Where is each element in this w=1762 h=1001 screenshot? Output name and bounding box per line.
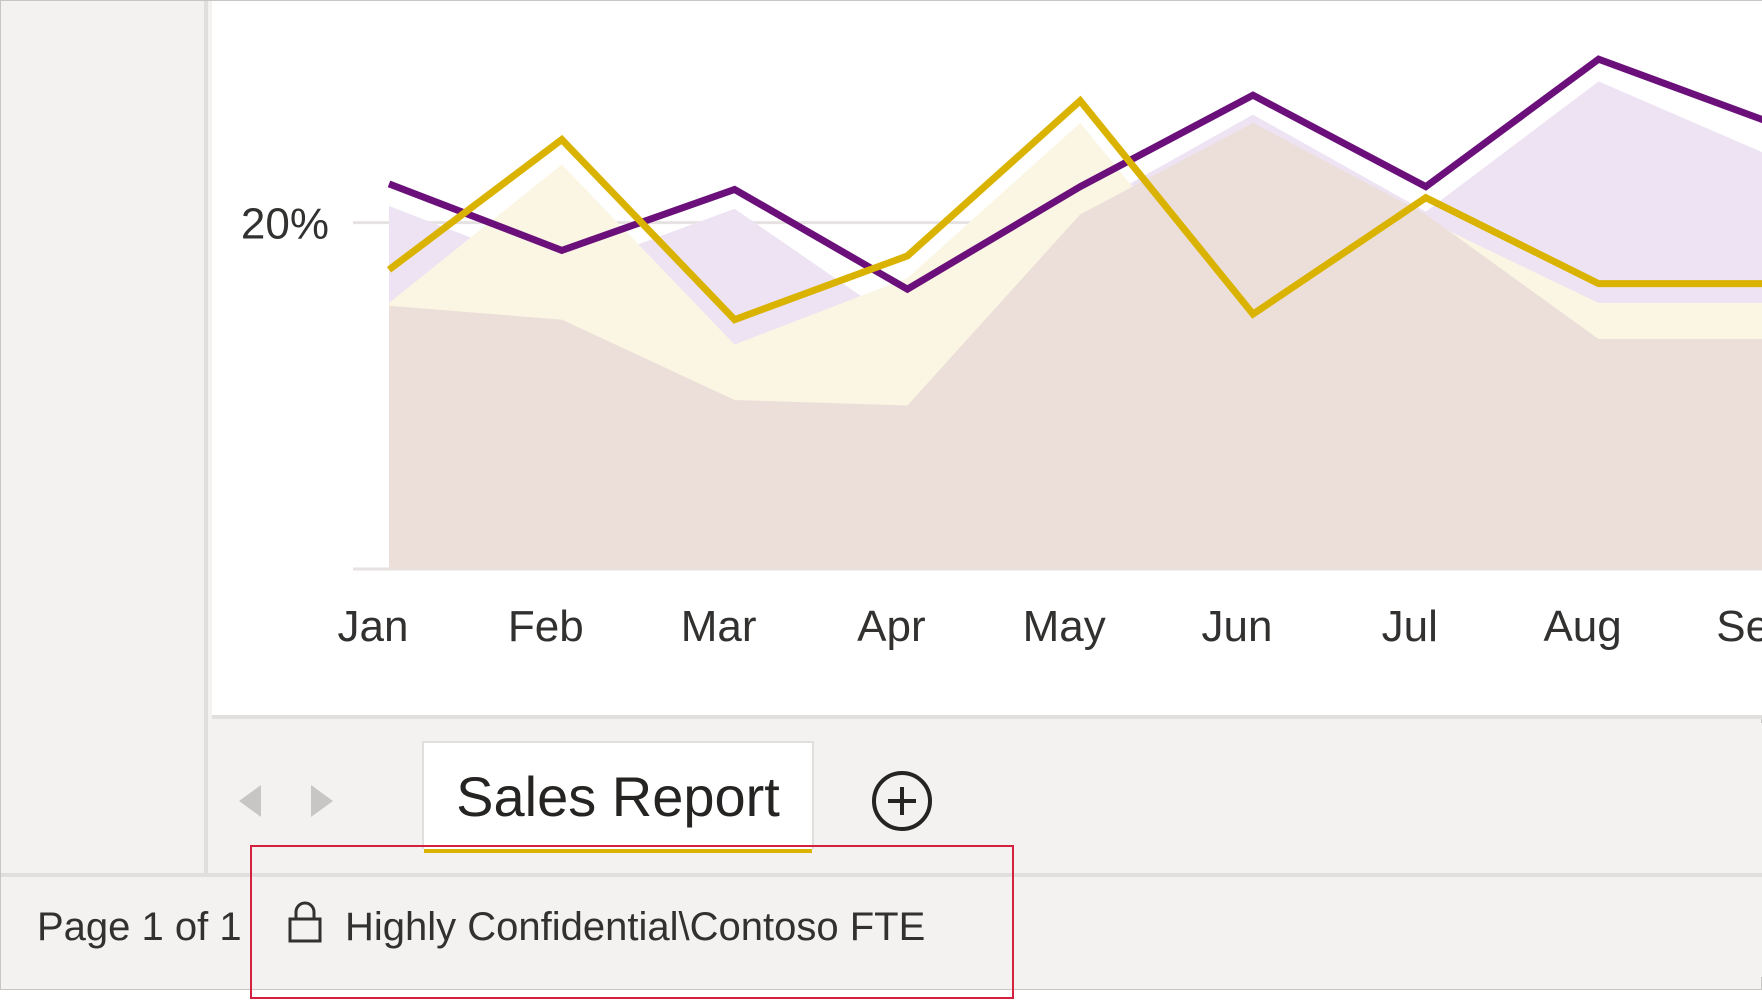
x-tick-label: Apr xyxy=(857,602,925,651)
x-tick-label: Mar xyxy=(681,602,757,651)
line-chart: 20% Jan Feb Mar Apr May Jun Jul Aug Sep xyxy=(241,55,1762,651)
tab-sales-report[interactable]: Sales Report xyxy=(422,741,814,853)
x-tick-label: Jan xyxy=(338,602,409,651)
page-tabs-bar: Sales Report xyxy=(212,723,1762,873)
sensitivity-text: Highly Confidential\Contoso FTE xyxy=(345,904,926,949)
x-tick-label: Jun xyxy=(1202,602,1273,651)
x-tick-label: Jul xyxy=(1382,602,1438,651)
chevron-left-icon[interactable] xyxy=(230,778,270,824)
x-tick-label: Feb xyxy=(508,602,584,651)
sensitivity-label[interactable]: Highly Confidential\Contoso FTE xyxy=(287,899,925,955)
x-tick-label: May xyxy=(1023,602,1106,651)
x-tick-label: Aug xyxy=(1543,602,1621,651)
tab-label: Sales Report xyxy=(456,764,780,828)
report-canvas: 20% Jan Feb Mar Apr May Jun Jul Aug Sep xyxy=(212,1,1762,719)
plus-circle-icon[interactable] xyxy=(870,769,934,833)
y-tick-label: 20% xyxy=(241,200,329,249)
lock-icon xyxy=(287,901,323,953)
chevron-right-icon[interactable] xyxy=(302,778,342,824)
x-tick-label: Sep xyxy=(1716,602,1762,651)
left-rail xyxy=(1,1,208,873)
report-app: 20% Jan Feb Mar Apr May Jun Jul Aug Sep Sales Rep… xyxy=(0,0,1762,990)
page-count: Page 1 of 1 xyxy=(37,905,242,949)
status-bar: Page 1 of 1 Highly Confidential\Contoso … xyxy=(1,873,1762,977)
